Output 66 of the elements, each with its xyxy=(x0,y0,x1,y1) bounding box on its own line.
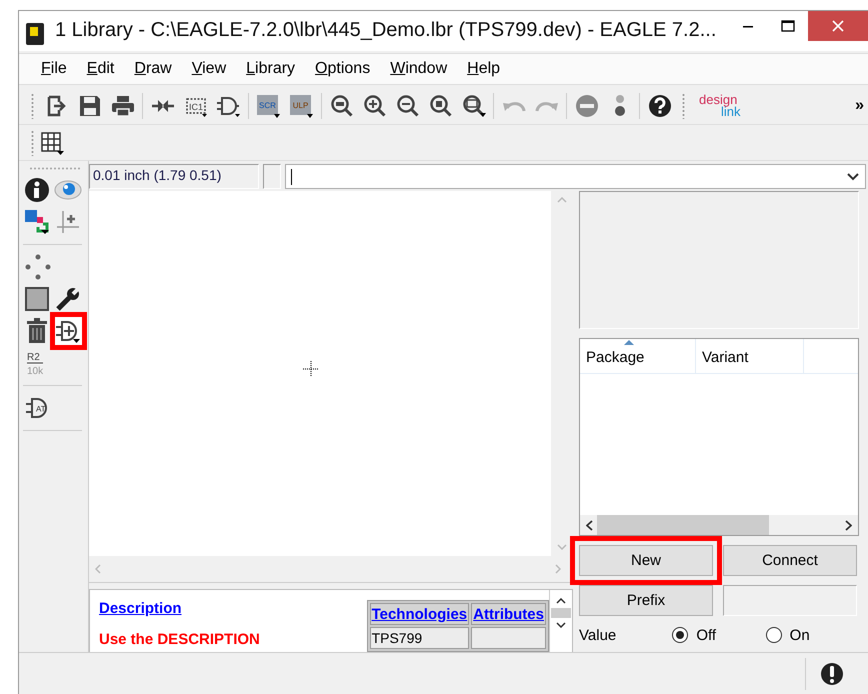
info-icon[interactable] xyxy=(24,177,50,203)
logo[interactable]: design link xyxy=(699,94,741,118)
rectangle-icon[interactable] xyxy=(24,286,50,312)
grid-icon[interactable] xyxy=(40,130,64,154)
scroll-left-icon xyxy=(586,520,593,530)
print-icon[interactable] xyxy=(110,94,134,118)
zoom-in-icon[interactable] xyxy=(362,94,386,118)
maximize-icon[interactable] xyxy=(781,20,795,32)
scroll-right-icon xyxy=(845,520,852,530)
radio-button[interactable] xyxy=(766,627,782,643)
library-icon xyxy=(25,22,45,46)
zoom-fit-icon[interactable] xyxy=(330,94,354,118)
radio-button[interactable] xyxy=(672,627,688,643)
stop-icon[interactable] xyxy=(574,94,598,118)
column-header[interactable]: Variant xyxy=(696,339,804,373)
close-button[interactable] xyxy=(808,11,868,41)
window-title: 1 Library - C:\EAGLE-7.2.0\lbr\445_Demo.lbr (TPS799.dev) - EAGLE 7.2... xyxy=(55,19,716,42)
menu-item[interactable]: Draw xyxy=(124,60,182,78)
dots-icon[interactable] xyxy=(614,94,626,118)
layer-field xyxy=(263,164,281,189)
menu-item[interactable]: File xyxy=(31,60,77,78)
move-icon[interactable] xyxy=(25,254,51,280)
column-header[interactable]: Package xyxy=(580,339,696,373)
prefix-field[interactable] xyxy=(723,585,857,616)
menu-item[interactable]: Edit xyxy=(76,60,124,78)
wrench-icon[interactable] xyxy=(55,286,82,312)
scroll-right-icon xyxy=(555,564,561,574)
close-icon xyxy=(832,20,844,32)
eye-icon[interactable] xyxy=(54,179,82,201)
command-field[interactable] xyxy=(285,164,866,189)
crosshair-icon[interactable] xyxy=(55,209,82,235)
origin-marker xyxy=(303,361,319,377)
coordinate-display: 0.01 inch (1.79 0.51) xyxy=(89,164,259,189)
menu-item[interactable]: View xyxy=(182,60,236,78)
description-link[interactable]: Description xyxy=(99,600,367,617)
scroll-left-icon xyxy=(95,564,101,574)
prefix-button[interactable]: Prefix xyxy=(579,585,713,616)
exclamation-icon[interactable] xyxy=(820,662,844,686)
description-text: Use the DESCRIPTION xyxy=(99,631,261,648)
menu-item[interactable]: Help xyxy=(457,60,510,78)
scroll-down-icon xyxy=(557,544,567,550)
zoom-out-icon[interactable] xyxy=(396,94,420,118)
help-icon[interactable] xyxy=(648,94,672,118)
save-icon[interactable] xyxy=(78,94,102,118)
radio-label: On xyxy=(790,626,810,644)
menu-item[interactable]: Options xyxy=(305,60,380,78)
new-button[interactable]: New xyxy=(579,545,713,576)
scroll-up-icon xyxy=(556,598,566,604)
menu-item[interactable]: Window xyxy=(380,60,458,78)
package-list[interactable]: Package Variant xyxy=(579,338,859,536)
layers-icon[interactable] xyxy=(24,209,50,235)
scroll-thumb[interactable] xyxy=(551,608,571,618)
vertical-scrollbar[interactable] xyxy=(549,590,572,652)
zoom-area-icon[interactable] xyxy=(462,94,486,118)
chevron-down-icon xyxy=(847,172,859,180)
zoom-select-icon[interactable] xyxy=(428,94,452,118)
horizontal-scrollbar[interactable] xyxy=(580,515,858,535)
radio-label: Off xyxy=(696,626,716,644)
scroll-up-icon xyxy=(557,197,567,203)
table-cell: TPS799 xyxy=(370,627,470,649)
connect-button[interactable]: Connect xyxy=(723,545,857,576)
overflow-button[interactable]: » xyxy=(855,96,864,114)
trash-icon[interactable] xyxy=(26,318,48,344)
scroll-down-icon xyxy=(556,622,566,628)
value-label: Value xyxy=(579,626,618,644)
menu-item[interactable]: Library xyxy=(236,60,306,78)
